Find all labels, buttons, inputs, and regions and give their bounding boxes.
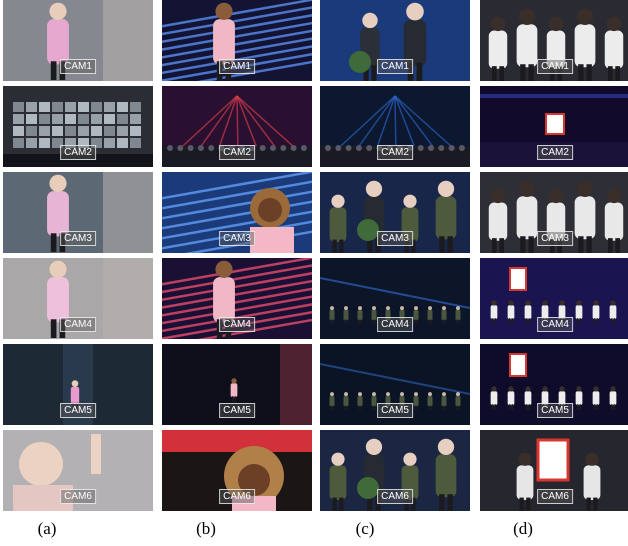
column-caption: (b) <box>196 519 216 538</box>
camera-frame: CAM4 <box>3 258 153 339</box>
camera-frame: CAM5 <box>320 344 470 425</box>
camera-label: CAM2 <box>537 145 573 160</box>
camera-label: CAM1 <box>219 59 255 74</box>
camera-frame: CAM1 <box>3 0 153 81</box>
camera-label: CAM4 <box>377 317 413 332</box>
camera-frame: CAM5 <box>162 344 312 425</box>
camera-label: CAM1 <box>537 59 573 74</box>
flower-bouquet <box>349 51 371 73</box>
camera-label: CAM4 <box>537 317 573 332</box>
camera-label: CAM6 <box>219 489 255 504</box>
camera-label: CAM6 <box>377 489 413 504</box>
camera-frame: CAM1 <box>320 0 470 81</box>
camera-label: CAM5 <box>377 403 413 418</box>
camera-frame: CAM2 <box>162 86 312 167</box>
stage-logo <box>509 353 527 377</box>
camera-label: CAM2 <box>219 145 255 160</box>
camera-frame: CAM2 <box>320 86 470 167</box>
camera-frame: CAM1 <box>480 0 628 81</box>
flower-bouquet <box>357 219 379 241</box>
camera-frame: CAM6 <box>3 430 153 511</box>
camera-frame: CAM5 <box>480 344 628 425</box>
camera-frame: CAM2 <box>3 86 153 167</box>
dancer-face <box>19 442 63 486</box>
camera-frame: CAM6 <box>320 430 470 511</box>
camera-label: CAM1 <box>377 59 413 74</box>
camera-frame: CAM6 <box>480 430 628 511</box>
camera-label: CAM3 <box>377 231 413 246</box>
camera-label: CAM3 <box>60 231 96 246</box>
stage-logo <box>509 267 527 291</box>
camera-label: CAM4 <box>219 317 255 332</box>
camera-frame: CAM3 <box>3 172 153 253</box>
camera-label: CAM2 <box>60 145 96 160</box>
column-caption: (c) <box>355 519 375 538</box>
camera-frame: CAM4 <box>320 258 470 339</box>
flower-bouquet <box>357 477 379 499</box>
camera-frame: CAM4 <box>162 258 312 339</box>
column-caption: (d) <box>513 519 533 538</box>
camera-label: CAM2 <box>377 145 413 160</box>
camera-frame: CAM3 <box>162 172 312 253</box>
stage-logo <box>536 438 570 482</box>
camera-label: CAM5 <box>537 403 573 418</box>
camera-grid: CAM1 CAM2 CAM3 CAM4 CAM5 CAM6 (a) CAM1 CAM2 CAM3 C… <box>0 0 628 546</box>
camera-frame: CAM6 <box>162 430 312 511</box>
camera-label: CAM5 <box>219 403 255 418</box>
camera-label: CAM3 <box>219 231 255 246</box>
camera-label: CAM5 <box>60 403 96 418</box>
camera-frame: CAM1 <box>162 0 312 81</box>
camera-label: CAM6 <box>537 489 573 504</box>
camera-frame: CAM3 <box>320 172 470 253</box>
camera-label: CAM6 <box>60 489 96 504</box>
camera-frame: CAM5 <box>3 344 153 425</box>
camera-frame: CAM2 <box>480 86 628 167</box>
camera-frame: CAM3 <box>480 172 628 253</box>
column-caption: (a) <box>37 519 57 538</box>
camera-label: CAM1 <box>60 59 96 74</box>
stage-logo <box>545 113 565 135</box>
camera-label: CAM3 <box>537 231 573 246</box>
camera-label: CAM4 <box>60 317 96 332</box>
camera-frame: CAM4 <box>480 258 628 339</box>
